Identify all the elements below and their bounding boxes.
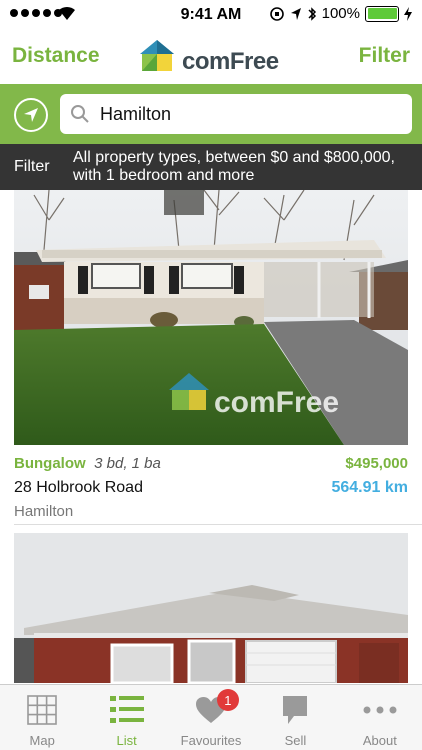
filter-button[interactable]: Filter xyxy=(359,44,410,68)
listing-photo[interactable] xyxy=(14,533,408,683)
filter-label: Filter xyxy=(14,158,50,175)
charging-bolt-icon xyxy=(404,6,412,21)
listing-card[interactable] xyxy=(14,533,408,683)
map-grid-icon xyxy=(25,693,59,727)
search-box[interactable] xyxy=(60,94,412,134)
tab-label: Map xyxy=(29,733,55,748)
tab-list[interactable]: List xyxy=(84,685,168,750)
house-photo-image: comFree xyxy=(14,190,408,445)
tab-about[interactable]: About xyxy=(338,685,422,750)
tab-label: Sell xyxy=(284,733,307,748)
distance-sort-button[interactable]: Distance xyxy=(12,44,100,68)
location-arrow-icon xyxy=(290,7,301,20)
tab-favourites[interactable]: 1 Favourites xyxy=(169,685,253,750)
property-type: Bungalow xyxy=(14,455,86,472)
tab-label: Favourites xyxy=(180,733,242,748)
listing-price: $495,000 xyxy=(345,455,408,472)
tab-label: List xyxy=(116,733,137,748)
listing-card[interactable]: comFree Bungalow 3 bd, 1 ba $495,000 28 … xyxy=(14,190,408,520)
favourites-badge: 1 xyxy=(216,689,239,711)
bluetooth-icon xyxy=(308,6,316,21)
search-icon xyxy=(71,105,89,123)
status-right-group: 100% xyxy=(269,5,412,22)
tab-sell[interactable]: Sell xyxy=(253,685,337,750)
status-bar: 9:41 AM 100% xyxy=(0,0,422,30)
list-icon xyxy=(109,693,144,727)
search-input[interactable] xyxy=(100,103,400,125)
photo-watermark: comFree xyxy=(214,386,339,419)
sign-icon xyxy=(278,693,312,727)
filter-summary-banner[interactable]: Filter All property types, between $0 an… xyxy=(0,144,422,190)
nav-bar: Distance comFree Filter xyxy=(0,30,422,84)
location-arrow-icon xyxy=(24,108,38,122)
battery-icon xyxy=(365,5,399,22)
tab-map[interactable]: Map xyxy=(0,685,84,750)
battery-percent: 100% xyxy=(321,5,360,22)
more-dots-icon xyxy=(363,693,397,727)
comfree-house-logo-icon xyxy=(140,40,174,71)
beds-baths: 3 bd, 1 ba xyxy=(94,455,161,472)
logo-text: comFree xyxy=(182,48,279,75)
listing-divider xyxy=(14,524,422,525)
filter-description: All property types, between $0 and $800,… xyxy=(73,149,395,184)
listing-distance: 564.91 km xyxy=(331,479,408,496)
search-bar xyxy=(0,84,422,144)
listing-photo[interactable]: comFree xyxy=(14,190,408,445)
tab-label: About xyxy=(362,733,397,748)
listing-details: 28 Holbrook Road 564.91 km Hamilton xyxy=(14,479,408,520)
comfree-logo: comFree xyxy=(138,36,279,76)
house-photo-image xyxy=(14,533,408,683)
current-location-button[interactable] xyxy=(14,98,48,132)
listing-header-row: Bungalow 3 bd, 1 ba $495,000 xyxy=(14,455,408,477)
tab-bar: Map List 1 Favourites Sell About xyxy=(0,684,422,750)
orientation-lock-icon xyxy=(269,6,284,21)
listing-city: Hamilton xyxy=(14,503,74,520)
